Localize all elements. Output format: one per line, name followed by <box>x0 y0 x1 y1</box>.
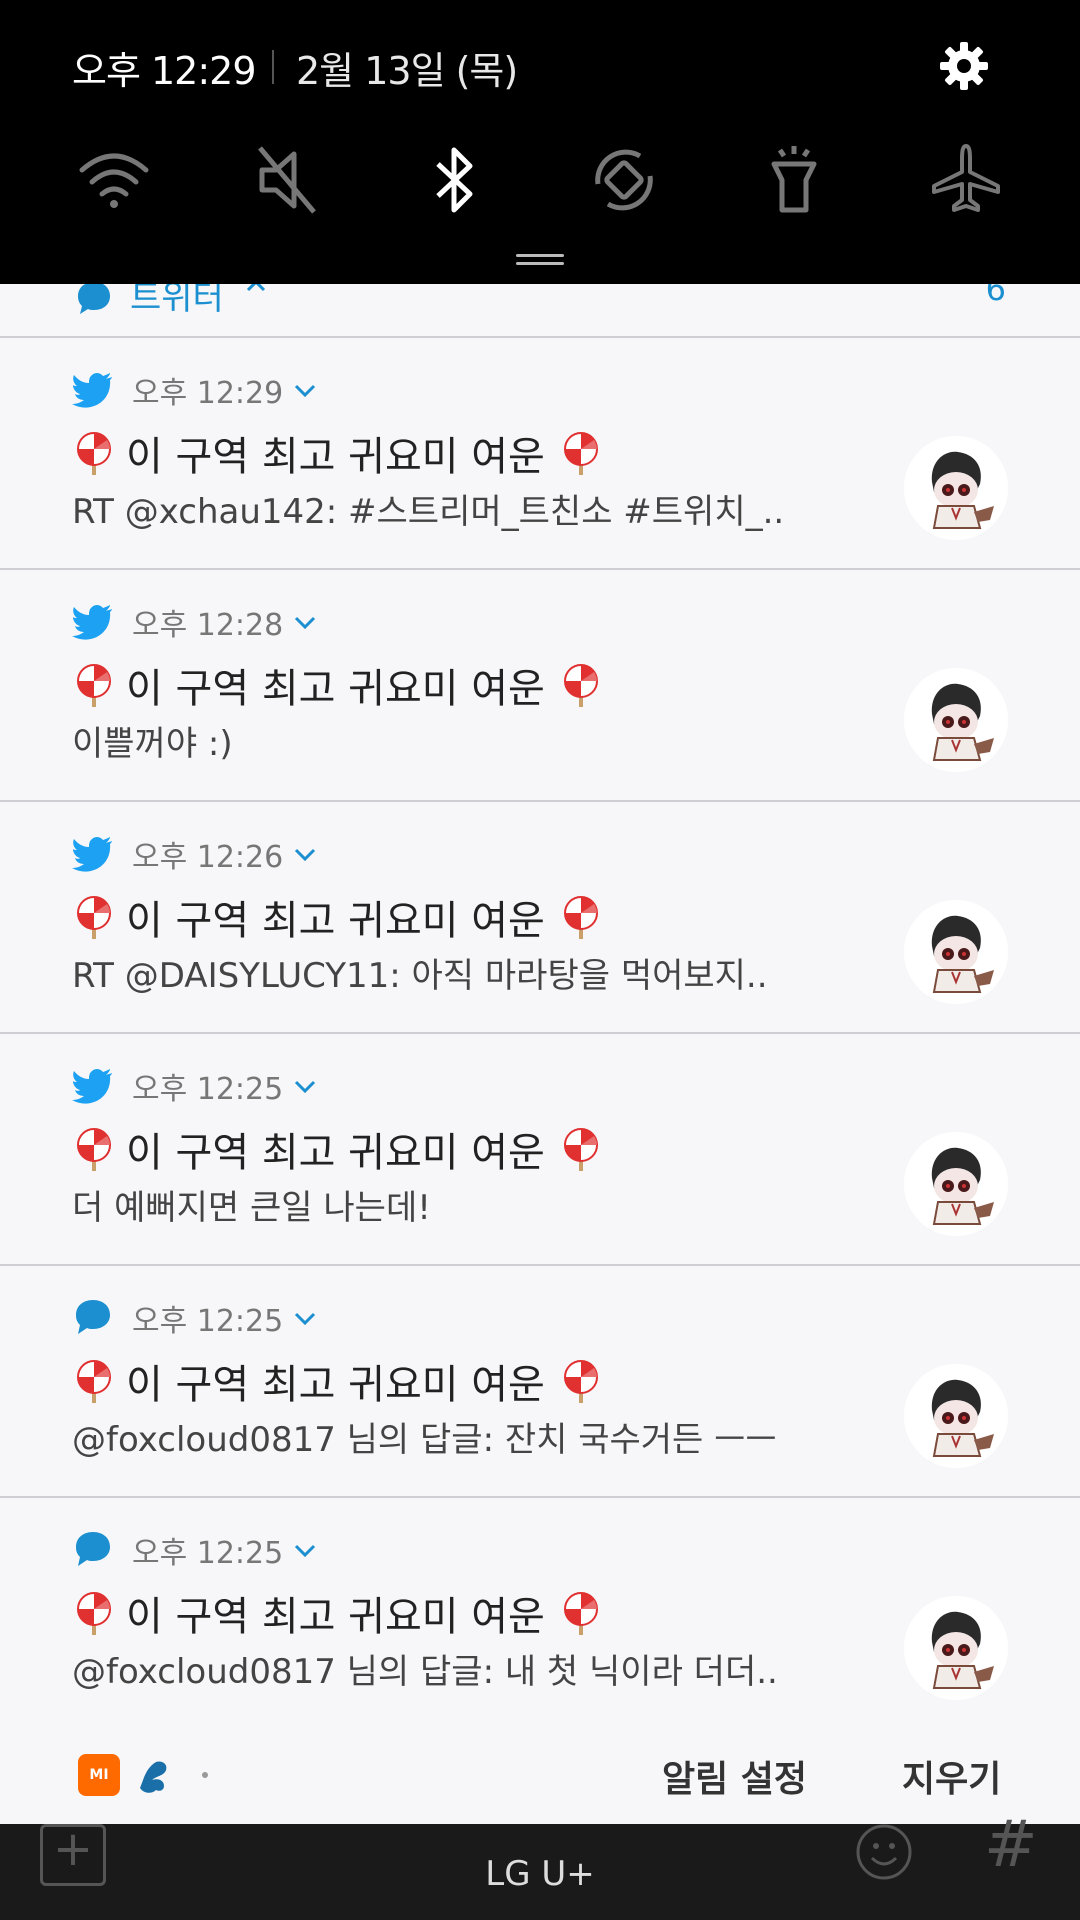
lollipop-icon <box>72 895 116 939</box>
lollipop-icon <box>559 895 603 939</box>
notification-title-text: 이 구역 최고 귀요미 여운 <box>126 1362 545 1408</box>
airplane-mode-icon[interactable] <box>926 140 1006 220</box>
notification-settings-button[interactable]: 알림 설정 <box>662 1750 807 1802</box>
gear-icon[interactable] <box>938 40 990 92</box>
notification-title-text: 이 구역 최고 귀요미 여운 <box>126 1594 545 1640</box>
lollipop-icon <box>559 663 603 707</box>
group-count: 6 <box>985 284 1006 308</box>
notification-text: @foxcloud0817 님의 답글: 내 첫 닉이라 더더.. <box>72 1652 778 1692</box>
lollipop-icon <box>72 431 116 475</box>
twitter-bird-icon <box>72 368 114 410</box>
group-app-name: 트위터 <box>130 284 224 318</box>
notification-group-header[interactable]: 트위터 6 <box>0 284 1080 338</box>
auto-rotate-icon[interactable] <box>584 140 664 220</box>
notification-item[interactable]: 오후 12:25 이 구역 최고 귀요미 여운더 예뻐지면 큰일 나는데! <box>0 1034 1080 1266</box>
notification-item[interactable]: 오후 12:25 이 구역 최고 귀요미 여운 @foxcloud0817 님의 답… <box>0 1266 1080 1498</box>
carrier-label: LG U+ <box>485 1854 595 1894</box>
more-dot <box>202 1772 208 1778</box>
notification-text: RT @xchau142: #스트리머_트친소 #트위치_.. <box>72 492 785 532</box>
reply-bubble-icon <box>72 1528 114 1570</box>
avatar <box>904 900 1008 1004</box>
twitter-bird-icon <box>72 600 114 642</box>
sound-mute-icon[interactable] <box>248 140 328 220</box>
notification-time: 오후 12:25 <box>132 1536 284 1571</box>
avatar <box>904 1596 1008 1700</box>
notification-title: 이 구역 최고 귀요미 여운 <box>72 656 603 714</box>
wifi-icon[interactable] <box>74 140 154 220</box>
notification-text: @foxcloud0817 님의 답글: 잔치 국수거든 ㅡㅡ <box>72 1420 777 1460</box>
reply-bubble-icon <box>74 284 114 318</box>
status-date: 2월 13일 (목) <box>296 49 518 93</box>
app-status-icon <box>134 1754 176 1796</box>
notification-item[interactable]: 오후 12:28 이 구역 최고 귀요미 여운이쁠꺼야 :) <box>0 570 1080 802</box>
notification-time: 오후 12:25 <box>132 1072 284 1107</box>
notification-title: 이 구역 최고 귀요미 여운 <box>72 424 603 482</box>
chevron-down-icon[interactable] <box>292 614 318 632</box>
chevron-down-icon[interactable] <box>292 382 318 400</box>
notification-item[interactable]: 오후 12:25 이 구역 최고 귀요미 여운 @foxcloud0817 님의 답… <box>0 1498 1080 1730</box>
notification-title: 이 구역 최고 귀요미 여운 <box>72 888 603 946</box>
lollipop-icon <box>72 663 116 707</box>
notification-title-text: 이 구역 최고 귀요미 여운 <box>126 1130 545 1176</box>
notification-footer: MI 알림 설정 지우기 <box>0 1726 1080 1824</box>
avatar <box>904 1132 1008 1236</box>
notification-title: 이 구역 최고 귀요미 여운 <box>72 1120 603 1178</box>
notification-time: 오후 12:26 <box>132 840 284 875</box>
notification-title-text: 이 구역 최고 귀요미 여운 <box>126 434 545 480</box>
notification-text: 더 예뻐지면 큰일 나는데! <box>72 1188 431 1228</box>
lollipop-icon <box>72 1359 116 1403</box>
mi-app-icon: MI <box>78 1754 120 1796</box>
lollipop-icon <box>72 1591 116 1635</box>
twitter-bird-icon <box>72 832 114 874</box>
notification-item[interactable]: 오후 12:26 이 구역 최고 귀요미 여운 RT @DAISYLUCY11: 아… <box>0 802 1080 1034</box>
notification-text: RT @DAISYLUCY11: 아직 마라탕을 먹어보지.. <box>72 956 768 996</box>
avatar <box>904 668 1008 772</box>
lollipop-icon <box>559 431 603 475</box>
notification-title-text: 이 구역 최고 귀요미 여운 <box>126 898 545 944</box>
quick-settings-panel: 오후 12:29 2월 13일 (목) <box>0 0 1080 284</box>
divider <box>272 50 274 84</box>
notification-time: 오후 12:25 <box>132 1304 284 1339</box>
notification-time: 오후 12:29 <box>132 376 284 411</box>
chevron-down-icon[interactable] <box>292 1078 318 1096</box>
notification-item[interactable]: 오후 12:29 이 구역 최고 귀요미 여운 RT @xchau142: #스트리… <box>0 338 1080 570</box>
chevron-down-icon[interactable] <box>292 846 318 864</box>
lollipop-icon <box>559 1127 603 1171</box>
emoji-icon[interactable] <box>854 1822 914 1882</box>
flashlight-icon[interactable] <box>754 140 834 220</box>
hashtag-icon[interactable]: # <box>984 1808 1038 1882</box>
notification-title: 이 구역 최고 귀요미 여운 <box>72 1352 603 1410</box>
avatar <box>904 1364 1008 1468</box>
reply-bubble-icon <box>72 1296 114 1338</box>
clear-button[interactable]: 지우기 <box>902 1750 1001 1802</box>
quick-tiles <box>0 140 1080 220</box>
chevron-down-icon[interactable] <box>292 1542 318 1560</box>
chevron-up-icon[interactable] <box>244 284 268 298</box>
notification-text: 이쁠꺼야 :) <box>72 724 233 764</box>
drag-handle[interactable] <box>516 254 564 266</box>
lollipop-icon <box>559 1591 603 1635</box>
notification-title-text: 이 구역 최고 귀요미 여운 <box>126 666 545 712</box>
notification-title: 이 구역 최고 귀요미 여운 <box>72 1584 603 1642</box>
avatar <box>904 436 1008 540</box>
twitter-bird-icon <box>72 1064 114 1106</box>
notification-time: 오후 12:28 <box>132 608 284 643</box>
bluetooth-icon[interactable] <box>414 140 494 220</box>
chevron-down-icon[interactable] <box>292 1310 318 1328</box>
lollipop-icon <box>72 1127 116 1171</box>
status-time: 오후 12:29 <box>72 49 257 93</box>
lollipop-icon <box>559 1359 603 1403</box>
bottom-bar: + LG U+ # <box>0 1808 1080 1920</box>
